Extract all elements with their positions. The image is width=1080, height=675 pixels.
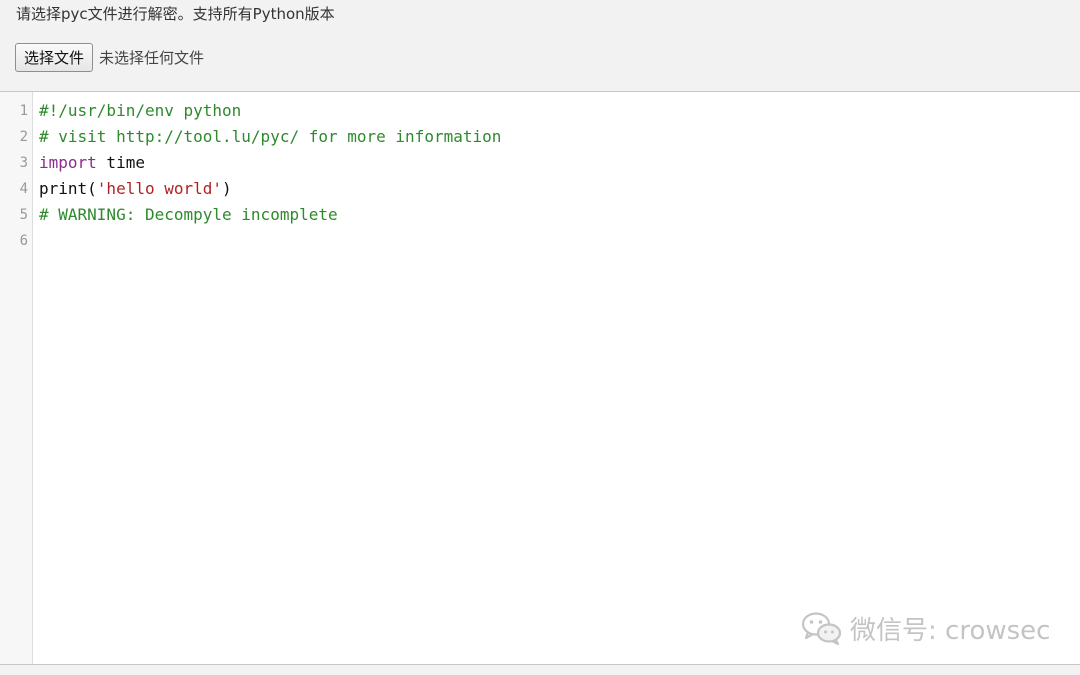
- code-line: 2 # visit http://tool.lu/pyc/ for more in…: [0, 124, 1080, 150]
- code-token-plain: ): [222, 179, 232, 198]
- code-line: 4 print('hello world'): [0, 176, 1080, 202]
- code-token-string: 'hello world': [96, 179, 223, 198]
- code-line: 3 import time: [0, 150, 1080, 176]
- code-content: # visit http://tool.lu/pyc/ for more inf…: [39, 124, 501, 150]
- code-token-plain: print(: [39, 179, 97, 198]
- line-number: 3: [19, 155, 28, 171]
- code-editor[interactable]: 1 #!/usr/bin/env python 2 # visit http://to…: [0, 91, 1080, 665]
- watermark-text: 微信号: crowsec: [850, 615, 1051, 646]
- code-content: #!/usr/bin/env python: [39, 98, 241, 124]
- code-content: # WARNING: Decompyle incomplete: [39, 202, 338, 228]
- instruction-text: 请选择pyc文件进行解密。支持所有Python版本: [16, 5, 335, 23]
- line-number: 6: [19, 233, 28, 249]
- watermark: 微信号: crowsec: [800, 608, 1050, 648]
- file-input: 选择文件 未选择任何文件: [15, 42, 204, 72]
- code-token-comment: # visit http://tool.lu/pyc/ for more inf…: [39, 127, 502, 146]
- file-status-text: 未选择任何文件: [99, 48, 205, 67]
- line-number: 2: [19, 129, 28, 145]
- code-token-comment: # WARNING: Decompyle incomplete: [39, 205, 338, 224]
- code-token-plain: time: [96, 153, 145, 172]
- code-content: print('hello world'): [39, 176, 232, 202]
- code-line: 1 #!/usr/bin/env python: [0, 98, 1080, 124]
- code-token-keyword: import: [39, 153, 97, 172]
- code-line: 5 # WARNING: Decompyle incomplete: [0, 202, 1080, 228]
- code-token-comment: #!/usr/bin/env python: [39, 101, 242, 120]
- line-number: 5: [19, 207, 28, 223]
- line-number: 4: [19, 181, 28, 197]
- choose-file-button[interactable]: 选择文件: [15, 42, 94, 72]
- upload-panel: 请选择pyc文件进行解密。支持所有Python版本 选择文件 未选择任何文件: [0, 0, 1080, 90]
- code-content: import time: [39, 150, 145, 176]
- line-number: 1: [19, 103, 28, 119]
- code-line: 6: [0, 228, 1080, 254]
- wechat-icon: [801, 612, 842, 646]
- code-lines: 1 #!/usr/bin/env python 2 # visit http://to…: [0, 98, 1080, 254]
